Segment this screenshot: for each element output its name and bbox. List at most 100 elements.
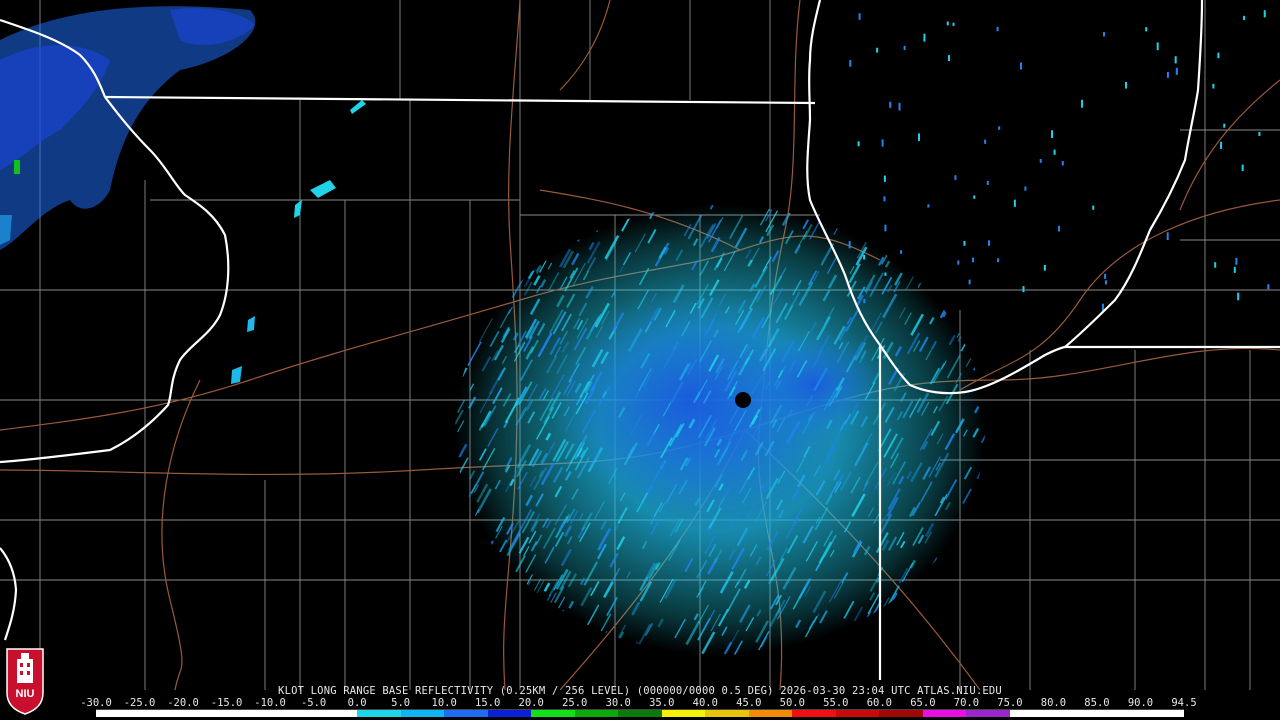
echo-speck xyxy=(898,102,901,111)
echo-speck xyxy=(1024,186,1027,191)
colorbar-segment xyxy=(574,710,619,717)
colorbar-segment xyxy=(1009,710,1054,717)
colorbar-segment xyxy=(357,710,401,717)
echo-speck xyxy=(1220,141,1223,149)
echo-speck xyxy=(876,47,879,53)
echo-speck xyxy=(1051,130,1054,138)
echo-speck xyxy=(884,272,887,276)
echo-speck xyxy=(1043,264,1046,271)
echo-speck xyxy=(883,196,886,202)
echo-speck xyxy=(973,195,976,199)
echo-speck xyxy=(849,60,852,67)
echo-speck xyxy=(858,13,861,20)
echo-speck xyxy=(918,133,920,141)
echo-speck xyxy=(1104,280,1107,285)
echo-speck xyxy=(968,279,971,285)
echo-speck xyxy=(927,204,930,208)
echo-speck xyxy=(1013,199,1016,207)
echo-speck xyxy=(889,101,892,108)
scale-label: 15.0 xyxy=(475,697,501,709)
echo-speck xyxy=(1166,71,1169,78)
scale-label: 50.0 xyxy=(779,697,805,709)
colorbar-segment xyxy=(1053,710,1097,717)
echo-speck xyxy=(1058,225,1061,232)
echo-speck xyxy=(1174,56,1177,64)
colorbar-segment xyxy=(835,710,880,717)
colorbar-segment xyxy=(1140,710,1184,717)
echo-speck xyxy=(1092,205,1095,210)
scale-label: 35.0 xyxy=(649,697,675,709)
scale-label: 25.0 xyxy=(562,697,588,709)
scale-label: -15.0 xyxy=(210,697,243,709)
echo-speck xyxy=(952,22,955,26)
scale-label: 20.0 xyxy=(518,697,544,709)
echo-speck xyxy=(1175,67,1178,75)
echo-speck xyxy=(948,55,951,62)
echo-speck xyxy=(1235,257,1238,265)
scale-label: 5.0 xyxy=(391,697,411,709)
echo-speck xyxy=(946,21,949,26)
colorbar-segment xyxy=(444,710,488,717)
echo-speck xyxy=(863,298,866,304)
echo-speck xyxy=(883,175,886,182)
echo-speck xyxy=(1104,273,1107,279)
echo-speck xyxy=(1241,164,1244,172)
echo-speck xyxy=(1217,52,1220,59)
echo-speck xyxy=(1061,161,1064,166)
colorbar-segment xyxy=(313,710,358,717)
scale-label: 80.0 xyxy=(1040,697,1067,709)
echo-speck xyxy=(863,254,866,260)
scale-label: 10.0 xyxy=(431,697,457,709)
colorbar-segment xyxy=(748,710,793,717)
colorbar-segment xyxy=(96,710,140,717)
echo-speck xyxy=(971,257,974,263)
echo-speck xyxy=(884,224,887,232)
echo-speck xyxy=(996,26,999,32)
colorbar-segment xyxy=(879,710,923,717)
scale-labels: -30.0 -25.0 -20.0 -15.0 -10.0 -5.0 0.0 5.0 10.0 1… xyxy=(80,697,1196,709)
echo-speck xyxy=(1212,83,1215,89)
colorbar-segment xyxy=(966,710,1010,717)
echo-speck xyxy=(987,240,990,246)
scale-label: 55.0 xyxy=(823,697,849,709)
product-caption: KLOT LONG RANGE BASE REFLECTIVITY (0.25K… xyxy=(278,685,1002,697)
echo-speck xyxy=(986,180,989,185)
echo-speck xyxy=(1019,62,1022,70)
echo-speck xyxy=(1233,266,1236,273)
echo-speck xyxy=(1263,10,1266,18)
echo-speck xyxy=(1081,99,1084,108)
colorbar-segment xyxy=(270,710,314,717)
echo-speck xyxy=(900,250,903,254)
scale-label: 70.0 xyxy=(953,697,980,709)
echo-speck xyxy=(1267,284,1270,290)
scale-label: 75.0 xyxy=(997,697,1023,709)
echo-speck xyxy=(1237,292,1240,301)
scale-label: -30.0 xyxy=(80,697,112,709)
radar-map xyxy=(0,0,1280,690)
echo-speck xyxy=(1125,81,1128,89)
colorbar-segment xyxy=(139,710,184,717)
colorbar-segment xyxy=(792,710,836,717)
echo-speck xyxy=(857,141,860,147)
echo-speck xyxy=(957,260,960,265)
echo-speck xyxy=(848,241,851,249)
echo-speck xyxy=(1103,32,1106,37)
colorbar-segment xyxy=(226,710,271,717)
echo-speck xyxy=(1166,232,1169,241)
echo-speck xyxy=(1022,286,1025,293)
echo-speck xyxy=(923,33,926,42)
scale-label: 40.0 xyxy=(692,697,718,709)
echo-speck xyxy=(1156,42,1159,51)
echo-speck xyxy=(998,126,1001,130)
colorbar-segment xyxy=(400,710,445,717)
echo-speck xyxy=(1243,15,1246,21)
scale-label: 90.0 xyxy=(1127,697,1154,709)
colorbar-segment xyxy=(1096,710,1141,717)
colorbar-segment xyxy=(183,710,227,717)
scale-label: -20.0 xyxy=(167,697,199,709)
echo-speck xyxy=(1214,262,1217,268)
scale-label: -25.0 xyxy=(123,697,156,709)
echo-speck xyxy=(1145,27,1148,32)
echo-speck xyxy=(1258,131,1261,136)
scale-label: 65.0 xyxy=(910,697,936,709)
